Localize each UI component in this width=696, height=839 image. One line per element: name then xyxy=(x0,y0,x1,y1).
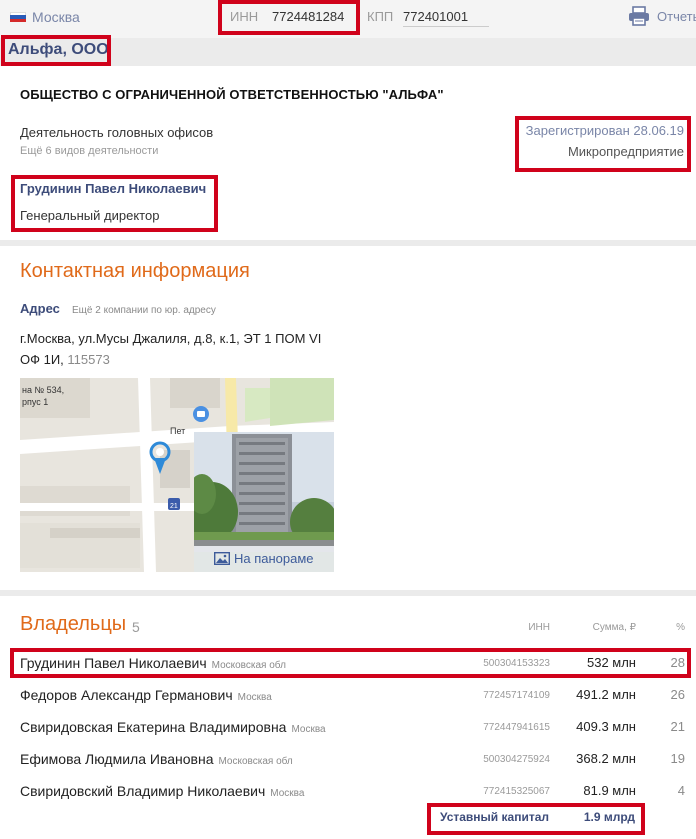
contacts-card: Контактная информация Адрес Ещё 2 компан… xyxy=(0,246,696,590)
company-full-name: ОБЩЕСТВО С ОГРАНИЧЕННОЙ ОТВЕТСТВЕННОСТЬЮ… xyxy=(20,87,444,102)
col-header-inn: ИНН xyxy=(528,622,550,633)
owner-row-highlight xyxy=(10,648,691,678)
contacts-title: Контактная информация xyxy=(20,260,250,282)
owner-sum: 491.2 млн xyxy=(576,687,636,702)
panorama-link[interactable]: На панораме xyxy=(234,551,314,566)
reports-link[interactable]: Отчеты xyxy=(657,9,696,24)
col-header-pct: % xyxy=(676,622,685,633)
owner-name[interactable]: Федоров Александр Германович xyxy=(20,687,233,703)
owner-inn: 772447941615 xyxy=(483,722,550,733)
map-label-2: рпус 1 xyxy=(22,397,48,407)
col-header-sum: Сумма, ₽ xyxy=(592,622,636,633)
inn-highlight xyxy=(218,0,360,35)
address-street: г.Москва, ул.Мусы Джалиля, д.8, к.1, ЭТ … xyxy=(20,331,322,367)
russia-flag-icon xyxy=(10,12,26,22)
owner-inn: 772415325067 xyxy=(483,786,550,797)
owner-region: Москва xyxy=(237,692,272,703)
capital-highlight xyxy=(427,803,645,835)
owner-inn: 500304275924 xyxy=(483,754,550,765)
address-label: Адрес xyxy=(20,301,60,316)
printer-icon[interactable] xyxy=(628,6,650,26)
map-label-1: на № 534, xyxy=(22,385,64,395)
address-text: г.Москва, ул.Мусы Джалиля, д.8, к.1, ЭТ … xyxy=(20,328,340,370)
owner-name[interactable]: Свиридовский Владимир Николаевич xyxy=(20,783,265,799)
owner-region: Москва xyxy=(291,724,326,735)
more-activities-link[interactable]: Ещё 6 видов деятельности xyxy=(20,145,158,157)
kpp-value[interactable]: 772401001 xyxy=(403,9,489,27)
city-link[interactable]: Москва xyxy=(32,9,80,25)
owner-name[interactable]: Свиридовская Екатерина Владимировна xyxy=(20,719,286,735)
director-highlight xyxy=(11,175,218,232)
owner-region: Москва xyxy=(270,788,305,799)
panorama-preview[interactable]: На панораме xyxy=(194,432,334,572)
panorama-bar[interactable]: На панораме xyxy=(194,546,334,572)
main-activity: Деятельность головных офисов xyxy=(20,125,214,140)
image-icon xyxy=(214,552,230,565)
short-name-highlight xyxy=(1,35,111,66)
map-label-4: 21 xyxy=(170,503,178,510)
owner-pct: 26 xyxy=(670,687,685,702)
map-label-3: Пет xyxy=(170,426,185,436)
owner-row[interactable]: Свиридовская Екатерина Владимировна Москв… xyxy=(0,712,696,744)
owner-pct: 4 xyxy=(677,783,685,798)
owner-inn: 772457174109 xyxy=(483,690,550,701)
owner-row[interactable]: Ефимова Людмила Ивановна Московская обл 5… xyxy=(0,744,696,776)
owners-count: 5 xyxy=(132,619,140,635)
owner-row[interactable]: Федоров Александр Германович Москва 77245… xyxy=(0,680,696,712)
owner-pct: 19 xyxy=(670,751,685,766)
address-zip: 115573 xyxy=(67,352,110,367)
kpp-label: КПП xyxy=(367,9,394,24)
owner-pct: 21 xyxy=(670,719,685,734)
owner-sum: 81.9 млн xyxy=(583,783,636,798)
owner-sum: 409.3 млн xyxy=(576,719,636,734)
owner-name[interactable]: Ефимова Людмила Ивановна xyxy=(20,751,213,767)
owners-title: Владельцы xyxy=(20,613,127,635)
owner-sum: 368.2 млн xyxy=(576,751,636,766)
owner-region: Московская обл xyxy=(218,756,293,767)
registration-highlight xyxy=(515,116,691,172)
address-more-link[interactable]: Ещё 2 компании по юр. адресу xyxy=(72,305,216,316)
